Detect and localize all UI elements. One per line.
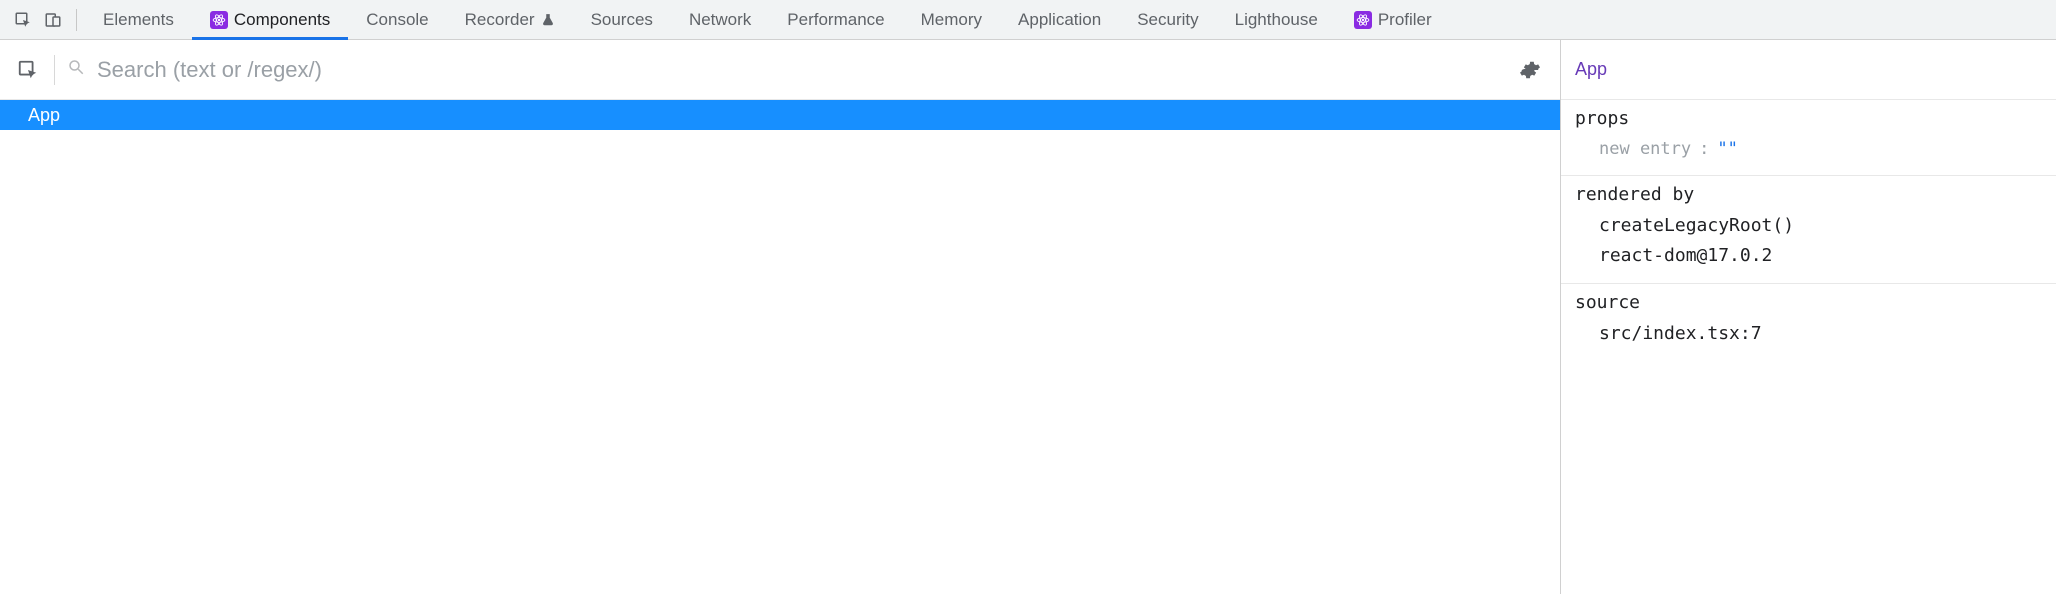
panel-body: App App props new entry: "" rendered by … bbox=[0, 40, 2056, 594]
section-title: rendered by bbox=[1575, 184, 2042, 205]
source-line[interactable]: src/index.tsx:7 bbox=[1575, 319, 2042, 349]
inspect-element-toggle[interactable] bbox=[8, 0, 38, 40]
source-section: source src/index.tsx:7 bbox=[1561, 284, 2056, 361]
tab-label: Lighthouse bbox=[1235, 10, 1318, 30]
tab-label: Sources bbox=[591, 10, 653, 30]
device-toolbar-toggle[interactable] bbox=[38, 0, 68, 40]
react-icon bbox=[1354, 11, 1372, 29]
divider bbox=[76, 9, 77, 31]
components-toolbar bbox=[0, 40, 1560, 100]
tab-console[interactable]: Console bbox=[348, 0, 446, 40]
props-section: props new entry: "" bbox=[1561, 100, 2056, 176]
tab-components[interactable]: Components bbox=[192, 0, 348, 40]
tab-lighthouse[interactable]: Lighthouse bbox=[1217, 0, 1336, 40]
element-picker-button[interactable] bbox=[14, 56, 42, 84]
tab-label: Application bbox=[1018, 10, 1101, 30]
prop-key: new entry bbox=[1599, 135, 1691, 163]
tab-label: Components bbox=[234, 10, 330, 30]
rendered-by-section: rendered by createLegacyRoot() react-dom… bbox=[1561, 176, 2056, 284]
search-input[interactable] bbox=[97, 57, 1502, 83]
rendered-by-line[interactable]: createLegacyRoot() bbox=[1575, 211, 2042, 241]
prop-value: "" bbox=[1717, 135, 1737, 163]
components-tree-panel: App bbox=[0, 40, 1561, 594]
tree-node-app[interactable]: App bbox=[0, 100, 1560, 130]
tab-label: Elements bbox=[103, 10, 174, 30]
tab-label: Security bbox=[1137, 10, 1198, 30]
tab-application[interactable]: Application bbox=[1000, 0, 1119, 40]
tab-recorder[interactable]: Recorder bbox=[447, 0, 573, 40]
divider bbox=[54, 55, 55, 85]
prop-row[interactable]: new entry: "" bbox=[1575, 135, 2042, 163]
tab-label: Network bbox=[689, 10, 751, 30]
tab-security[interactable]: Security bbox=[1119, 0, 1216, 40]
tree-node-label: App bbox=[28, 105, 60, 126]
flask-icon bbox=[541, 13, 555, 27]
tab-label: Recorder bbox=[465, 10, 535, 30]
tab-label: Memory bbox=[921, 10, 982, 30]
tab-label: Profiler bbox=[1378, 10, 1432, 30]
colon: : bbox=[1699, 135, 1709, 163]
component-name-text: App bbox=[1575, 59, 1607, 80]
rendered-by-line[interactable]: react-dom@17.0.2 bbox=[1575, 241, 2042, 271]
tab-sources[interactable]: Sources bbox=[573, 0, 671, 40]
component-details-panel: App props new entry: "" rendered by crea… bbox=[1561, 40, 2056, 594]
tab-elements[interactable]: Elements bbox=[85, 0, 192, 40]
tab-network[interactable]: Network bbox=[671, 0, 769, 40]
tab-label: Console bbox=[366, 10, 428, 30]
selected-component-name: App bbox=[1561, 40, 2056, 100]
component-tree: App bbox=[0, 100, 1560, 594]
react-icon bbox=[210, 11, 228, 29]
section-title: source bbox=[1575, 292, 2042, 313]
search-icon bbox=[67, 58, 85, 81]
section-title: props bbox=[1575, 108, 2042, 129]
tab-profiler[interactable]: Profiler bbox=[1336, 0, 1450, 40]
tab-performance[interactable]: Performance bbox=[769, 0, 902, 40]
devtools-tabstrip: Elements Components Console Recorder Sou… bbox=[0, 0, 2056, 40]
tab-memory[interactable]: Memory bbox=[903, 0, 1000, 40]
tab-label: Performance bbox=[787, 10, 884, 30]
settings-button[interactable] bbox=[1514, 54, 1546, 86]
